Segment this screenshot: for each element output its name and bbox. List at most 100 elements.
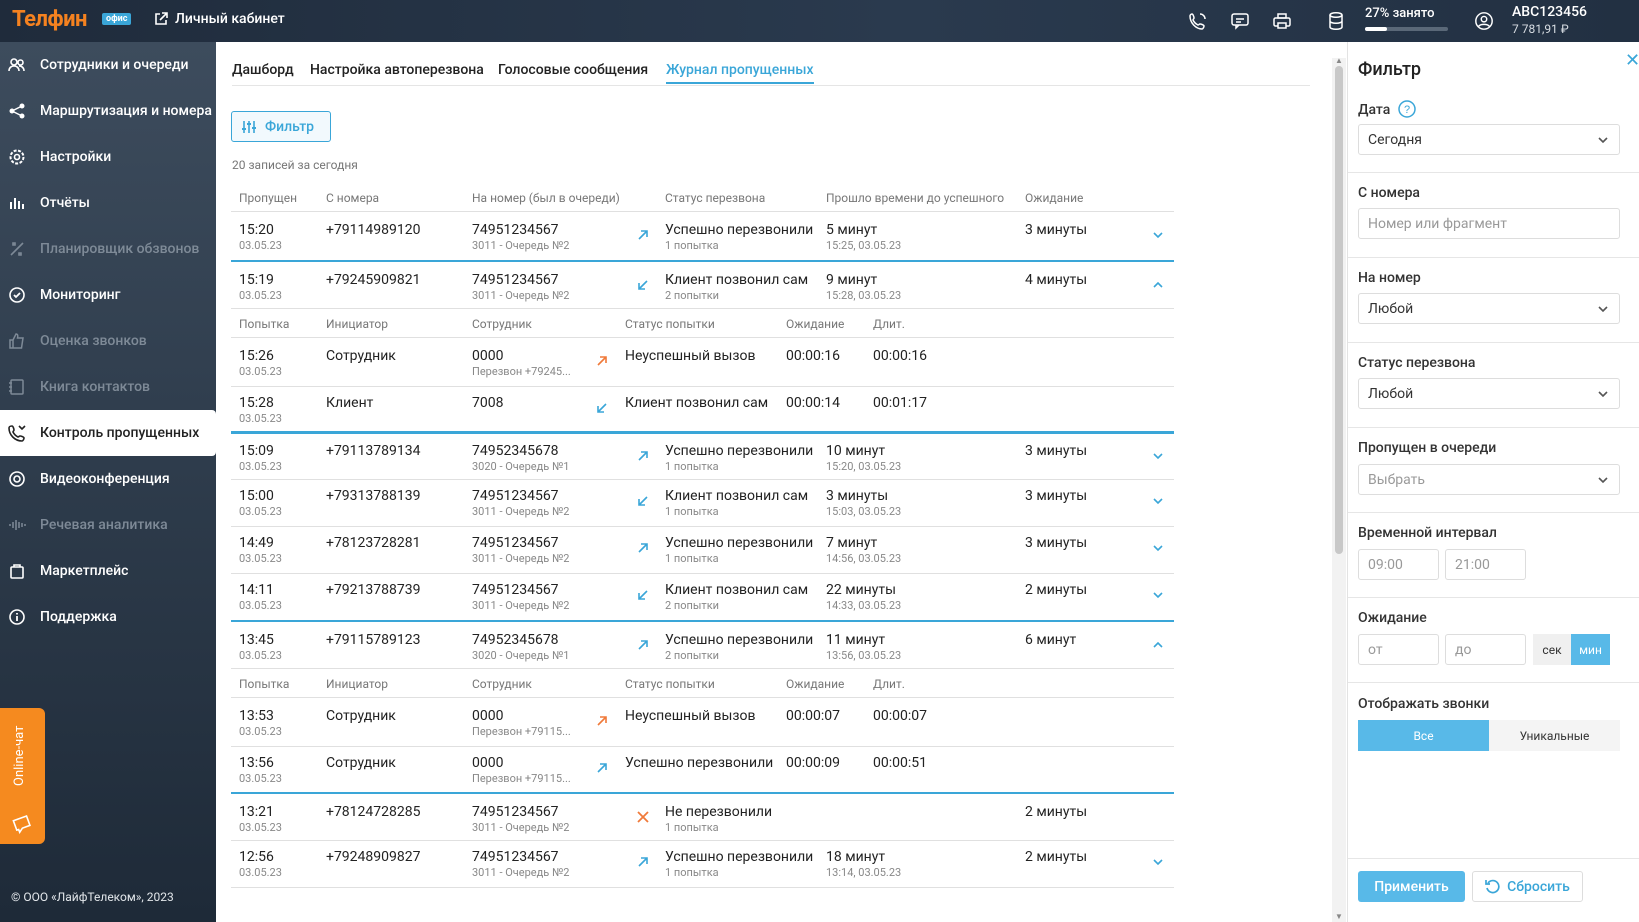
callback-status-select[interactable]: Любой: [1358, 378, 1620, 409]
table-row[interactable]: 15:09 03.05.23 +79113789134 74952345678 3020…: [231, 431, 1174, 480]
sidebar-item-routing-numbers[interactable]: Маршрутизация и номера: [0, 88, 216, 134]
apply-button[interactable]: Применить: [1358, 871, 1465, 902]
attempt-row: 13:53 03.05.23 Сотрудник 0000 Перезвон +7911…: [231, 698, 1174, 747]
tab-voice-messages[interactable]: Голосовые сообщения: [498, 62, 648, 78]
sms-chat-icon[interactable]: [1230, 11, 1250, 31]
planner-icon: [8, 240, 26, 258]
sidebar-item-speech-analytics[interactable]: Речевая аналитика: [0, 502, 216, 548]
sidebar-item-support[interactable]: Поддержка: [0, 594, 216, 640]
col-duration: Длит.: [873, 317, 905, 331]
not-called-back-x-icon: [636, 810, 650, 824]
callback-status-sub: 1 попытка: [665, 460, 719, 473]
sidebar-item-marketplace[interactable]: Маркетплейс: [0, 548, 216, 594]
to-number-select[interactable]: Любой: [1358, 293, 1620, 324]
table-row[interactable]: 15:00 03.05.23 +79313788139 74951234567 3011…: [231, 478, 1174, 527]
to-number-sub: 3011 - Очередь №2: [472, 599, 570, 612]
attempt-employee: 0000 Перезвон +79115...: [472, 708, 571, 738]
missed-time-value: 12:56: [239, 849, 274, 865]
divider: [1348, 682, 1639, 683]
tab-missed-log[interactable]: Журнал пропущенных: [666, 62, 814, 84]
chevron-down-icon[interactable]: [1151, 855, 1165, 869]
scroll-up-arrow[interactable]: ▲: [1335, 56, 1343, 65]
outgoing-call-arrow-icon: [636, 228, 650, 242]
attempt-status-value: Неуспешный вызов: [625, 348, 756, 364]
scrollbar-thumb[interactable]: [1335, 66, 1343, 554]
table-row[interactable]: 15:19 03.05.23 +79245909821 74951234567 3011…: [231, 260, 1174, 309]
queue-select[interactable]: Выбрать: [1358, 464, 1620, 495]
date-label: Дата ?: [1358, 100, 1416, 118]
sidebar-item-missed-control[interactable]: Контроль пропущенных: [0, 410, 216, 456]
vertical-scrollbar[interactable]: ▲ ▼: [1332, 56, 1346, 922]
online-chat-tab[interactable]: Online-чат: [0, 708, 45, 844]
incoming-call-arrow-icon: [636, 494, 650, 508]
show-all-toggle[interactable]: Все: [1358, 720, 1489, 751]
chevron-down-icon[interactable]: [1151, 449, 1165, 463]
table-row[interactable]: 14:49 03.05.23 +78123728281 74951234567 3011…: [231, 525, 1174, 574]
tab-dashboard[interactable]: Дашборд: [232, 62, 294, 78]
account-name[interactable]: ABC123456: [1512, 4, 1587, 20]
callback-status-sub: 2 попытки: [665, 599, 720, 612]
account-user-icon[interactable]: [1474, 11, 1494, 31]
callback-status-sub: 1 попытка: [665, 505, 719, 518]
wait-time: 6 минут: [1025, 632, 1076, 648]
interval-to-input[interactable]: 21:00: [1445, 549, 1526, 580]
to-number: 74951234567 3011 - Очередь №2: [472, 272, 569, 302]
table-row[interactable]: 12:56 03.05.23 +79248909827 74951234567 3011…: [231, 839, 1174, 888]
scroll-down-arrow[interactable]: ▼: [1335, 912, 1343, 921]
missed-time-sub: 03.05.23: [239, 239, 282, 252]
wait-time: 3 минуты: [1025, 443, 1087, 459]
attempt-employee: 7008: [472, 395, 503, 411]
from-number-input[interactable]: Номер или фрагмент: [1358, 208, 1620, 239]
wait-to-input[interactable]: до: [1445, 634, 1526, 665]
chevron-up-icon[interactable]: [1151, 638, 1165, 652]
personal-cabinet-link[interactable]: Личный кабинет: [154, 11, 285, 27]
table-row[interactable]: 13:45 03.05.23 +79115789123 74952345678 3020…: [231, 620, 1174, 669]
close-icon[interactable]: ✕: [1625, 50, 1639, 71]
date-select[interactable]: Сегодня: [1358, 124, 1620, 155]
attempt-duration-value: 00:00:16: [873, 348, 927, 364]
attempt-duration-value: 00:00:51: [873, 755, 927, 771]
attempt-status-value: Успешно перезвонили: [625, 755, 774, 771]
reset-button[interactable]: Сбросить: [1472, 871, 1583, 902]
chevron-down-icon[interactable]: [1151, 494, 1165, 508]
tab-autocall-settings[interactable]: Настройка автоперезвона: [310, 62, 484, 78]
chevron-up-icon[interactable]: [1151, 278, 1165, 292]
reset-button-label: Сбросить: [1507, 878, 1570, 895]
sidebar-item-contact-book[interactable]: Книга контактов: [0, 364, 216, 410]
chevron-down-icon[interactable]: [1151, 588, 1165, 602]
table-row[interactable]: 14:11 03.05.23 +79213788739 74951234567 3011…: [231, 572, 1174, 621]
wait-time: 2 минуты: [1025, 849, 1087, 865]
logo[interactable]: Телфин: [12, 7, 88, 32]
interval-from-input[interactable]: 09:00: [1358, 549, 1439, 580]
phone-settings-icon[interactable]: [1188, 11, 1208, 31]
wait-time-value: 3 минуты: [1025, 222, 1088, 238]
table-row[interactable]: 15:20 03.05.23 +79114989120 74951234567 3011…: [231, 212, 1174, 261]
sidebar-item-reports[interactable]: Отчёты: [0, 180, 216, 226]
chevron-down-icon[interactable]: [1151, 228, 1165, 242]
callback-status-sub: 1 попытка: [665, 866, 719, 879]
unit-seconds-toggle[interactable]: сек: [1533, 634, 1571, 665]
sidebar-item-monitoring[interactable]: Мониторинг: [0, 272, 216, 318]
callback-status: Успешно перезвонили 1 попытка: [665, 443, 813, 473]
missed-time-sub: 03.05.23: [239, 289, 282, 302]
show-unique-toggle[interactable]: Уникальные: [1489, 720, 1620, 751]
missed-time: 15:20 03.05.23: [239, 222, 282, 252]
wait-time-value: 3 минуты: [1025, 443, 1088, 459]
sidebar-item-label: Сотрудники и очереди: [40, 57, 189, 73]
chevron-down-icon[interactable]: [1151, 541, 1165, 555]
sidebar-item-call-rating[interactable]: Оценка звонков: [0, 318, 216, 364]
help-icon[interactable]: ?: [1398, 100, 1416, 118]
sidebar-item-label: Контроль пропущенных: [40, 425, 200, 441]
sidebar-item-settings[interactable]: Настройки: [0, 134, 216, 180]
wait-from-input[interactable]: от: [1358, 634, 1439, 665]
unit-minutes-toggle[interactable]: мин: [1571, 634, 1610, 665]
sidebar-item-employees-queues[interactable]: Сотрудники и очереди: [0, 42, 216, 88]
elapsed-time: 5 минут 15:25, 03.05.23: [826, 222, 901, 252]
sidebar-item-call-planner[interactable]: Планировщик обзвонов: [0, 226, 216, 272]
filter-button[interactable]: Фильтр: [231, 111, 331, 142]
fax-printer-icon[interactable]: [1272, 11, 1292, 31]
sidebar-item-videoconference[interactable]: Видеоконференция: [0, 456, 216, 502]
storage-usage-fill: [1365, 27, 1388, 31]
col-missed: Пропущен: [239, 191, 298, 205]
table-row[interactable]: 13:21 03.05.23 +78124728285 74951234567 3011…: [231, 792, 1174, 841]
